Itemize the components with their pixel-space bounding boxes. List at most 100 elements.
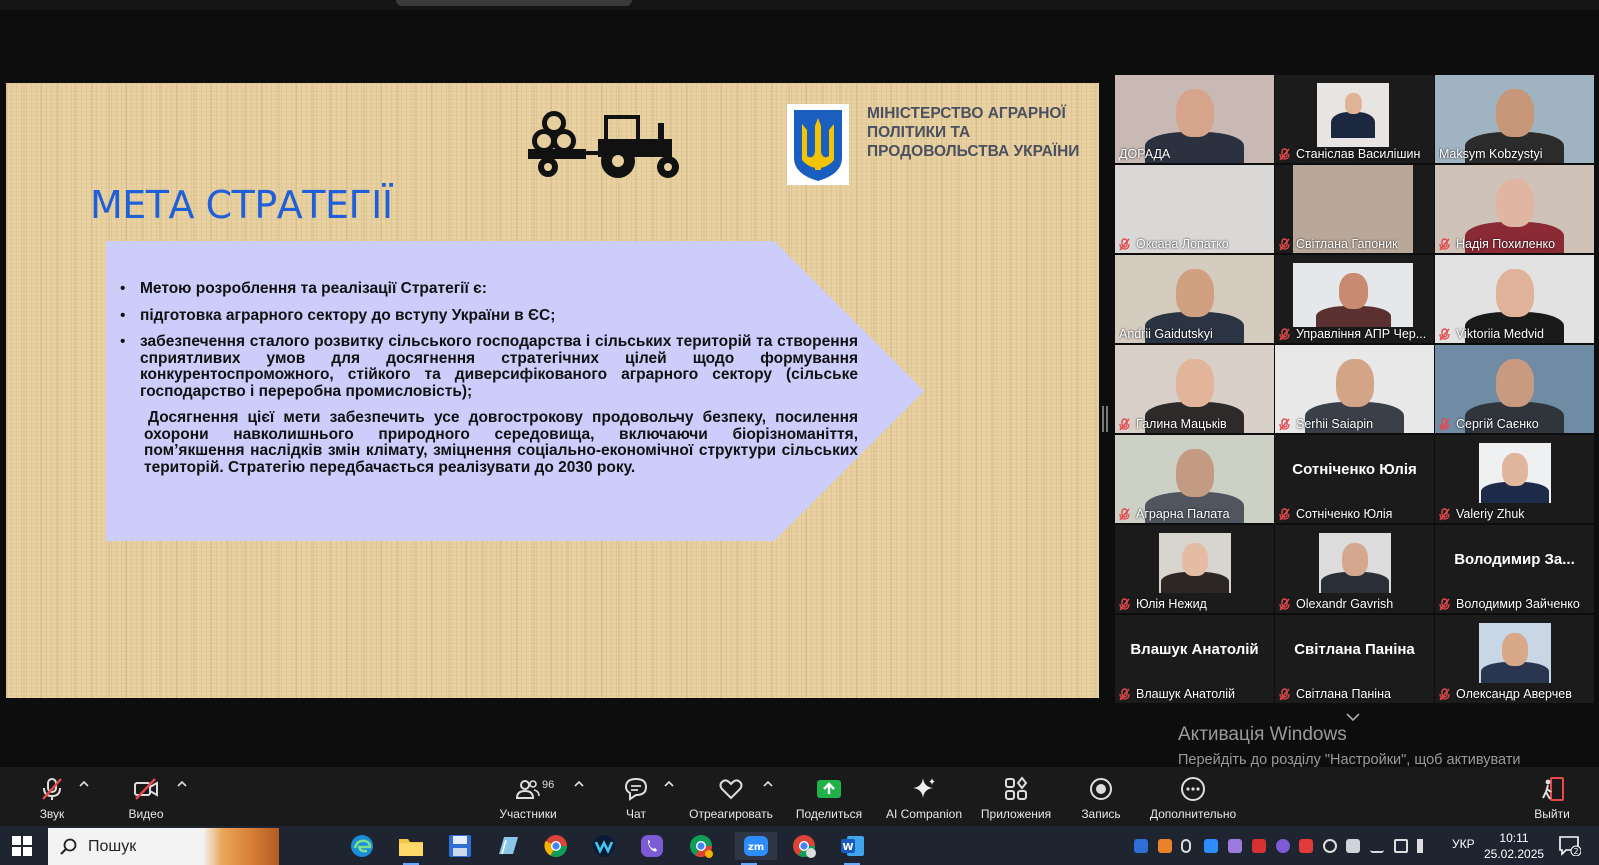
tray-pdf-icon[interactable] — [1252, 839, 1266, 853]
chevron-down-icon[interactable] — [1346, 712, 1360, 722]
participant-tile[interactable]: Влашук Анатолій Влашук Анатолій — [1115, 615, 1274, 703]
taskbar-word[interactable]: W — [838, 832, 866, 865]
participant-name-label: Управління АПР Чер... — [1279, 327, 1426, 341]
bullet-2: підготовка аграрного сектору до вступу У… — [118, 307, 858, 325]
apps-button[interactable]: Приложения — [980, 767, 1052, 826]
chat-options-caret-icon[interactable] — [664, 780, 674, 788]
react-button[interactable]: Отреагировать — [688, 767, 774, 826]
video-label: Видео — [128, 807, 164, 821]
audio-options-caret-icon[interactable] — [79, 780, 89, 788]
input-language[interactable]: УКР — [1452, 837, 1475, 851]
resize-handle[interactable] — [1102, 406, 1108, 432]
more-button[interactable]: Дополнительно — [1146, 767, 1240, 826]
windows-start-icon[interactable] — [12, 836, 32, 856]
participant-body — [1316, 306, 1391, 327]
taskbar-zoom[interactable]: zm — [735, 832, 777, 865]
tray-pen-icon[interactable] — [1228, 839, 1242, 853]
taskbar-viber[interactable] — [638, 832, 666, 860]
react-options-caret-icon[interactable] — [763, 780, 773, 788]
mic-muted-icon — [1439, 507, 1450, 520]
tray-zoom-icon[interactable] — [1204, 839, 1218, 853]
participant-tile[interactable]: Сергій Саєнко — [1435, 345, 1594, 433]
participant-name-label: Влашук Анатолій — [1119, 687, 1235, 701]
taskbar-chrome-profile[interactable] — [687, 832, 715, 860]
participants-icon — [515, 780, 540, 799]
participant-tile[interactable]: Andrii Gaidutskyi — [1115, 255, 1274, 343]
participant-body — [1331, 112, 1375, 138]
tray-network-icon[interactable] — [1394, 839, 1408, 853]
taskbar-explorer[interactable] — [397, 832, 425, 865]
webex-icon — [593, 835, 615, 857]
tray-viber-icon[interactable] — [1276, 839, 1290, 853]
participant-tile[interactable]: Maksym Kobzystyi — [1435, 75, 1594, 163]
audio-button[interactable]: Звук — [32, 767, 72, 826]
record-button[interactable]: Запись — [1076, 767, 1126, 826]
tray-webex-icon[interactable] — [1134, 839, 1148, 853]
ministry-line-1: МІНІСТЕРСТВО АГРАРНОЇ — [867, 105, 1066, 122]
participant-name-label: Олександр Аверчев — [1439, 687, 1572, 701]
tray-vpn-icon[interactable] — [1323, 839, 1337, 853]
leave-button[interactable]: Выйти — [1532, 767, 1572, 826]
participant-face — [1336, 359, 1374, 407]
tray-display-icon[interactable] — [1346, 839, 1360, 853]
participants-label: Участники — [499, 807, 557, 821]
share-button[interactable]: Поделиться — [794, 767, 864, 826]
participant-tile[interactable]: Viktoriia Medvid — [1435, 255, 1594, 343]
participant-video — [1319, 533, 1391, 593]
participant-name: Maksym Kobzystyi — [1439, 147, 1543, 161]
participant-tile[interactable]: Юлія Нежид — [1115, 525, 1274, 613]
participants-button[interactable]: 96 Участники — [496, 767, 560, 826]
participant-name: Станіслав Василішин — [1296, 147, 1421, 161]
taskbar-edge[interactable] — [348, 832, 376, 860]
tray-volume-icon[interactable] — [1417, 839, 1431, 853]
participant-tile[interactable]: Оксана Лопатко — [1115, 165, 1274, 253]
taskbar-chrome[interactable] — [542, 832, 570, 860]
taskbar-chrome-2[interactable] — [790, 832, 818, 860]
participant-tile[interactable]: Олександр Аверчев — [1435, 615, 1594, 703]
participant-tile[interactable]: Аграрна Палата — [1115, 435, 1274, 523]
participant-tile[interactable]: Olexandr Gavrish — [1275, 525, 1434, 613]
participant-tile[interactable]: ДОРАДА — [1115, 75, 1274, 163]
participant-tile[interactable]: Serhii Saiapin — [1275, 345, 1434, 433]
video-options-caret-icon[interactable] — [177, 780, 187, 788]
ai-companion-button[interactable]: AI Companion — [884, 767, 964, 826]
participant-name: Володимир Зайченко — [1456, 597, 1580, 611]
taskbar-app-notes[interactable] — [494, 832, 522, 860]
participant-display-name: Світлана Паніна — [1294, 641, 1415, 658]
participant-name: Олександр Аверчев — [1456, 687, 1572, 701]
participant-tile[interactable]: Галина Мацьків — [1115, 345, 1274, 433]
participant-tile[interactable]: Станіслав Василішин — [1275, 75, 1434, 163]
taskbar-clock[interactable]: 10:11 25.02.2025 — [1484, 830, 1544, 862]
taskbar-search[interactable]: Пошук — [48, 828, 279, 865]
participant-tile[interactable]: Світлана Гапоник — [1275, 165, 1434, 253]
taskbar-app-save[interactable] — [446, 832, 474, 860]
participant-tile[interactable]: Управління АПР Чер... — [1275, 255, 1434, 343]
taskbar-webex[interactable] — [590, 832, 618, 860]
participant-name-label: Maksym Kobzystyi — [1439, 147, 1543, 161]
participant-name: Аграрна Палата — [1136, 507, 1230, 521]
participant-tile[interactable]: Valeriy Zhuk — [1435, 435, 1594, 523]
participant-face — [1496, 359, 1534, 407]
tray-app-icon[interactable] — [1158, 839, 1172, 853]
participant-name-label: Станіслав Василішин — [1279, 147, 1420, 161]
tray-anydesk-icon[interactable] — [1299, 839, 1313, 853]
video-button[interactable]: Видео — [124, 767, 168, 826]
participant-tile[interactable]: Сотніченко Юлія Сотніченко Юлія — [1275, 435, 1434, 523]
participant-name-label: Світлана Паніна — [1279, 687, 1391, 701]
chat-button[interactable]: Чат — [620, 767, 652, 826]
notification-icon[interactable]: 2 — [1559, 836, 1581, 856]
participant-tile[interactable]: Надія Похиленко — [1435, 165, 1594, 253]
trident-emblem-icon — [787, 104, 849, 185]
participant-tile[interactable]: Світлана Паніна Світлана Паніна — [1275, 615, 1434, 703]
clock-time: 10:11 — [1499, 831, 1529, 845]
tray-network-off-icon[interactable] — [1370, 839, 1384, 853]
mic-muted-icon — [1279, 507, 1290, 520]
participant-name: Сотніченко Юлія — [1296, 507, 1393, 521]
participants-options-caret-icon[interactable] — [574, 780, 584, 788]
apps-icon — [1005, 776, 1028, 800]
participant-tile[interactable]: Володимир За... Володимир Зайченко — [1435, 525, 1594, 613]
view-mode-pill[interactable] — [396, 0, 632, 6]
share-screen-icon — [817, 780, 841, 798]
tray-mic-icon[interactable] — [1181, 839, 1191, 853]
ministry-line-3: ПРОДОВОЛЬСТВА УКРАЇНИ — [867, 143, 1080, 160]
